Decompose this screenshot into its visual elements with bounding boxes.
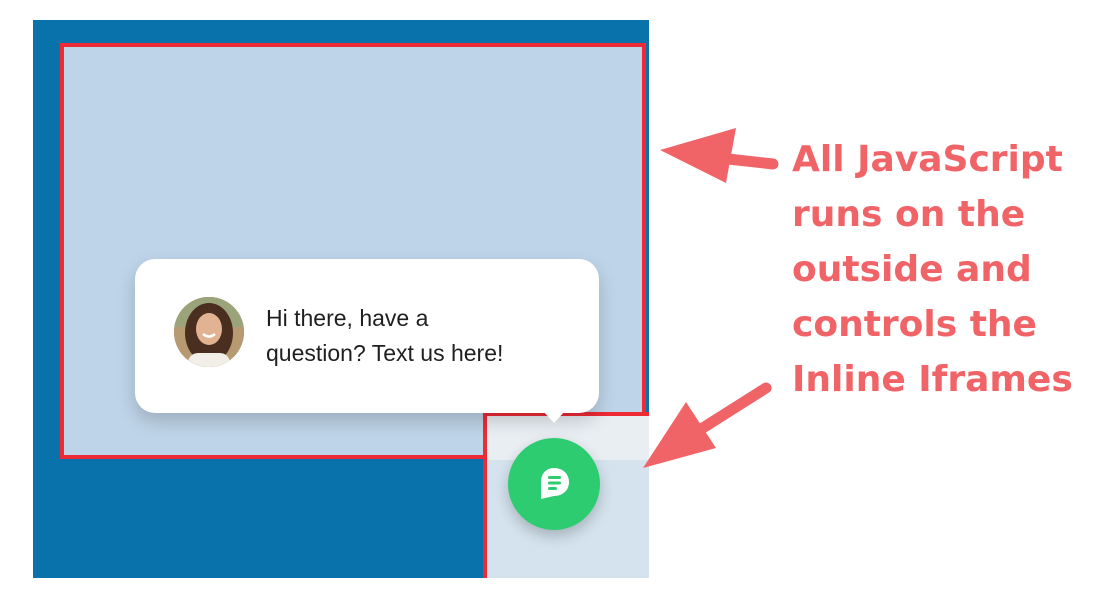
arrow-to-popup-iframe — [660, 128, 779, 183]
diagram: Hi there, have a question? Text us here!… — [0, 0, 1107, 596]
annotation-arrows — [643, 128, 779, 468]
arrow-to-launcher-iframe — [643, 382, 772, 468]
